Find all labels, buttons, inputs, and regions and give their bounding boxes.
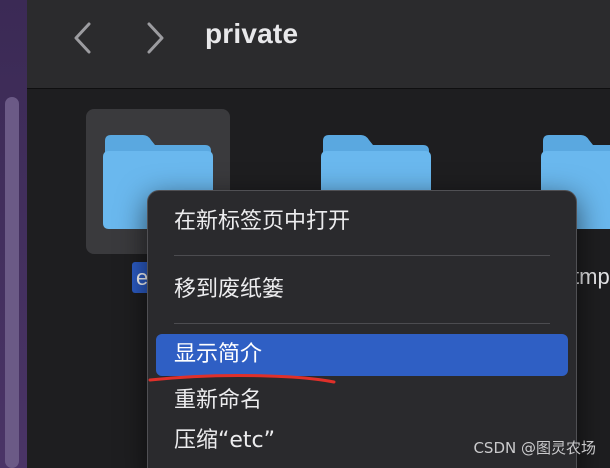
sidebar-scrollbar[interactable] [5,97,19,468]
menu-separator [174,255,550,256]
watermark: CSDN @图灵农场 [473,439,596,457]
toolbar: private [27,0,610,89]
menu-item-open-in-new-tab[interactable]: 在新标签页中打开 [156,201,568,243]
annotation-underline [148,374,336,384]
folder-name-label[interactable]: tmp [573,264,610,290]
menu-item-move-to-trash[interactable]: 移到废纸篓 [156,269,568,311]
back-button[interactable] [67,20,99,56]
finder-window: private e tmp 在新标签页中打开 移到废纸篓 显示简介 重新命名 压… [0,0,610,468]
chevron-right-icon [147,22,164,54]
forward-button[interactable] [139,20,171,56]
menu-separator [174,323,550,324]
sidebar [0,0,27,468]
chevron-left-icon [74,22,91,54]
window-title: private [205,18,299,49]
context-menu: 在新标签页中打开 移到废纸篓 显示简介 重新命名 压缩“etc” [147,190,577,468]
